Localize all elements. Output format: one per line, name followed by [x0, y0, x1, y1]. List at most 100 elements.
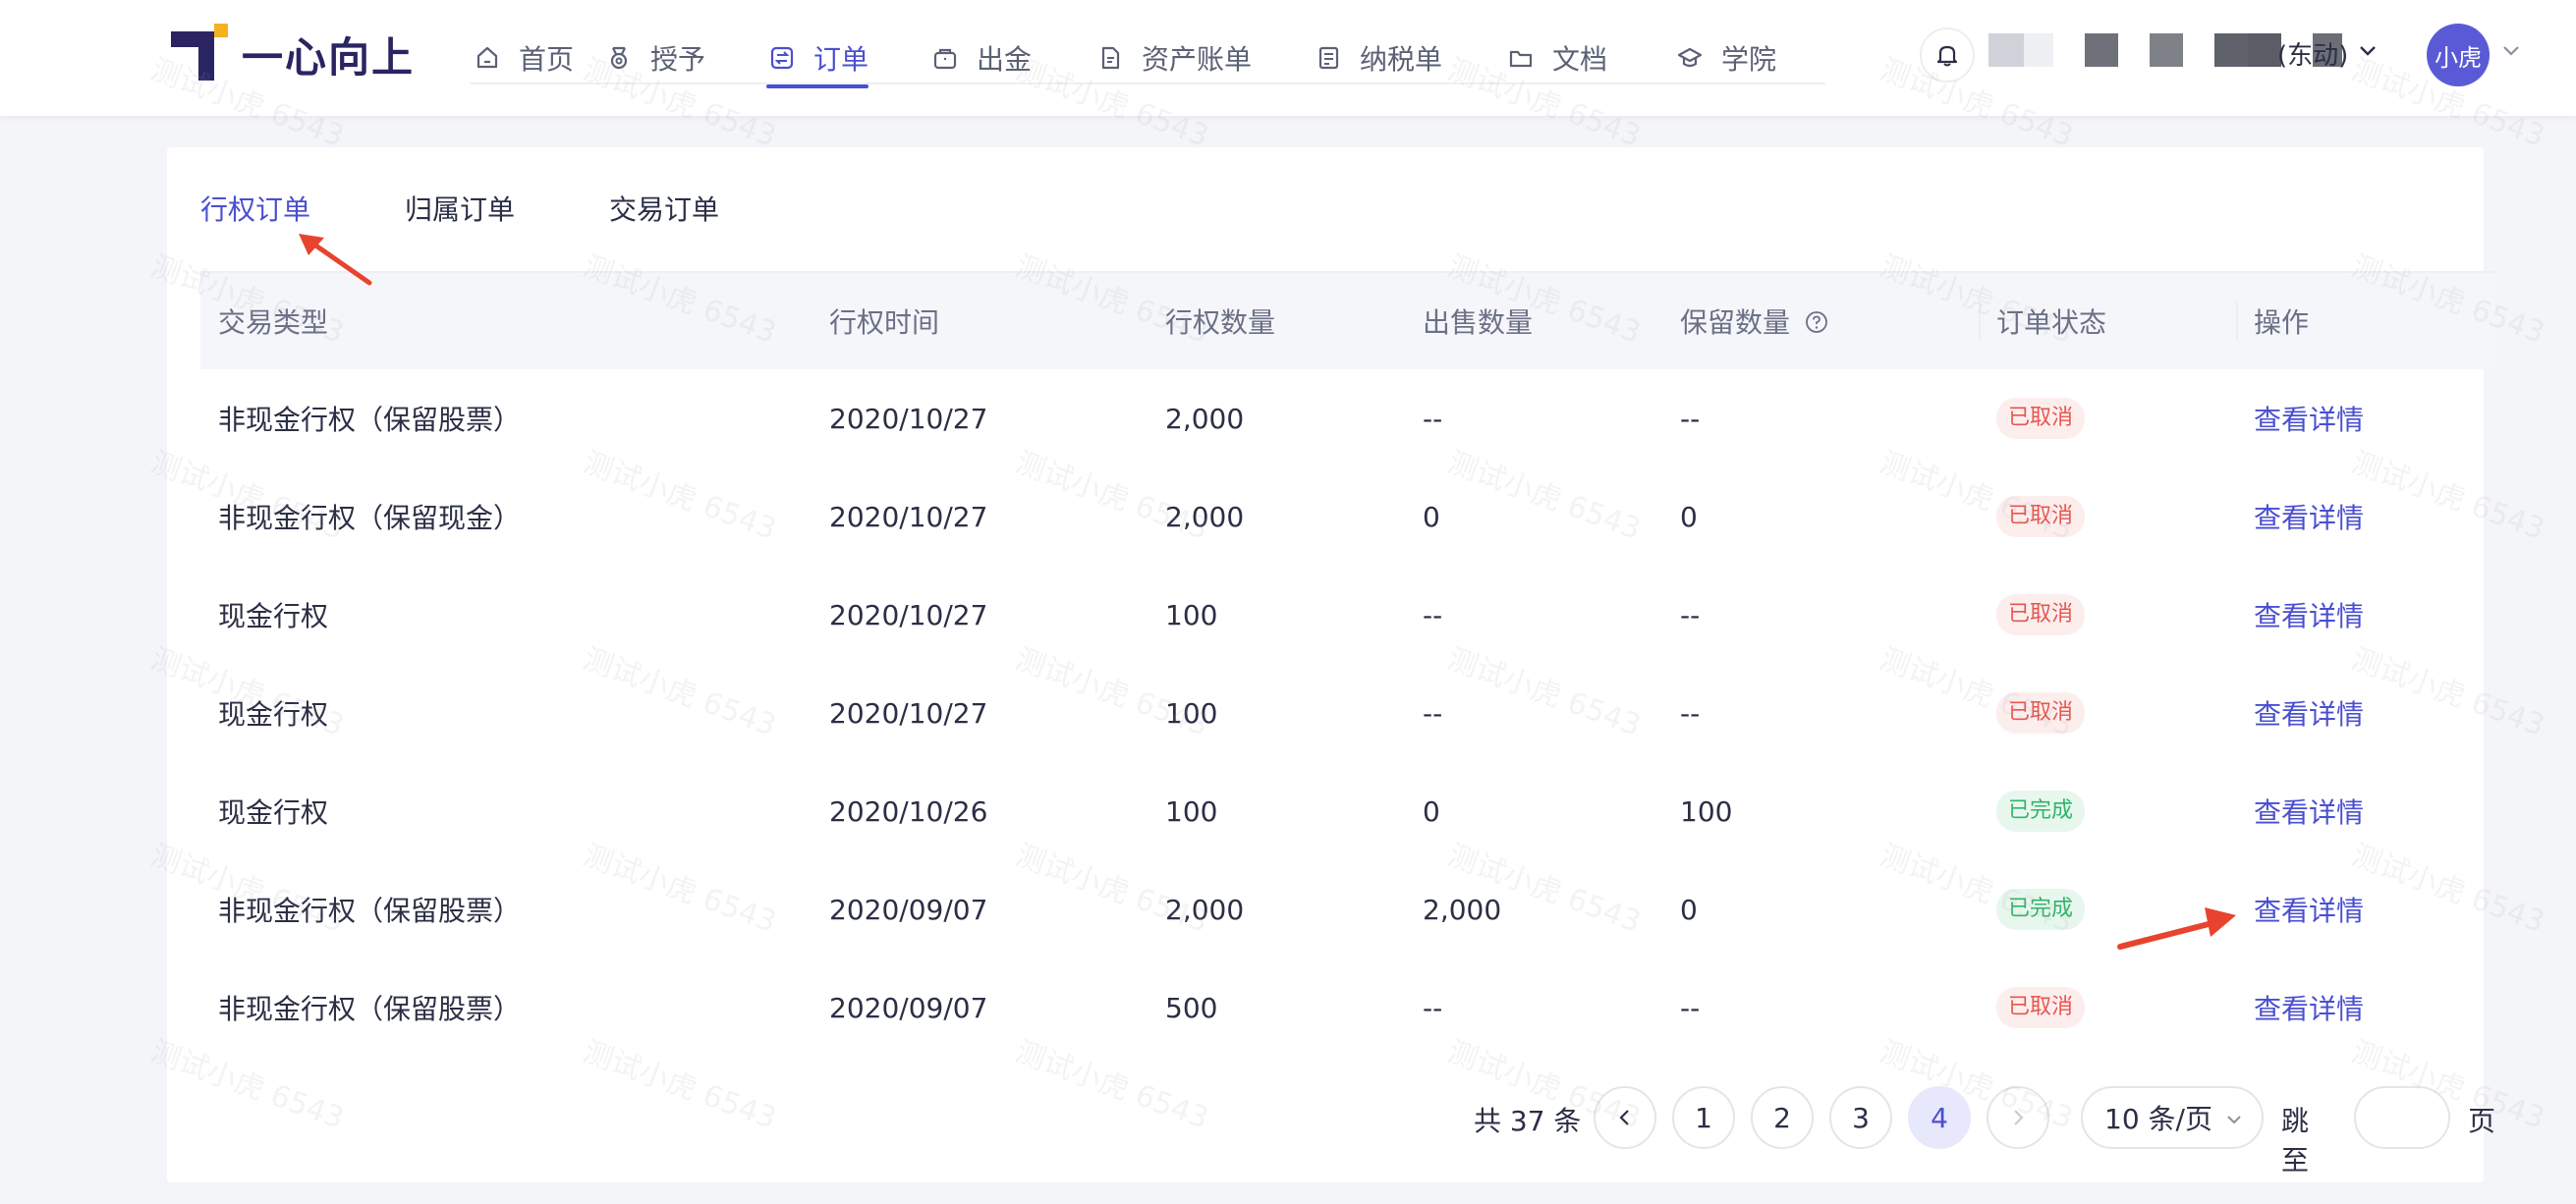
- cell-status: 已完成: [1979, 791, 2236, 832]
- jump-label: 跳至: [2281, 1105, 2310, 1177]
- status-badge: 已取消: [1996, 594, 2086, 635]
- view-details-link[interactable]: 查看详情: [2254, 993, 2364, 1025]
- cell-action: 查看详情: [2236, 595, 2495, 634]
- cell-exercise-qty: 100: [1165, 696, 1218, 730]
- page-button[interactable]: 1: [1672, 1086, 1735, 1149]
- cell-sold-qty: 0: [1423, 500, 1440, 533]
- chevron-left-icon: [1619, 1110, 1629, 1125]
- page-size-select[interactable]: 10 条/页: [2081, 1086, 2264, 1149]
- nav-item-grant[interactable]: 授予: [603, 0, 766, 116]
- nav-label: 授予: [650, 43, 706, 76]
- redacted-block: [2024, 33, 2053, 67]
- cell-date: 2020/10/27: [829, 500, 988, 533]
- view-details-link[interactable]: 查看详情: [2254, 796, 2364, 829]
- table-row: 现金行权 2020/10/26 100 0 100 已完成 查看详情: [200, 762, 2495, 860]
- nav-item-withdraw[interactable]: 出金: [929, 0, 1094, 116]
- nav-label: 文档: [1552, 43, 1608, 76]
- view-details-link[interactable]: 查看详情: [2254, 895, 2364, 927]
- column-header: 操作: [2236, 301, 2495, 341]
- table-row: 非现金行权（保留股票） 2020/09/07 2,000 2,000 0 已完成…: [200, 860, 2495, 958]
- cell-date: 2020/10/26: [829, 794, 988, 828]
- logo-text: 一心向上: [242, 32, 416, 82]
- cell-sold-qty: --: [1423, 991, 1443, 1024]
- table-row: 现金行权 2020/10/27 100 -- -- 已取消 查看详情: [200, 566, 2495, 664]
- tab-exercise-orders[interactable]: 行权订单: [200, 189, 311, 314]
- cell-action: 查看详情: [2236, 988, 2495, 1027]
- cell-action: 查看详情: [2236, 890, 2495, 929]
- nav-item-asset-bills[interactable]: 资产账单: [1094, 0, 1313, 116]
- nav-item-tax-bills[interactable]: 纳税单: [1313, 0, 1505, 116]
- nav-label: 出金: [977, 43, 1033, 76]
- top-header: 一心向上 首页 授予 订单 出金 资产账单 纳税单 文档 学院 (东动) 小虎: [0, 0, 2576, 116]
- redacted-block: [2150, 33, 2183, 67]
- cell-type: 非现金行权（保留股票）: [218, 895, 522, 927]
- cell-status: 已完成: [1979, 889, 2236, 930]
- view-details-link[interactable]: 查看详情: [2254, 404, 2364, 436]
- cell-exercise-qty: 2,000: [1165, 402, 1245, 435]
- prev-page-button[interactable]: [1594, 1086, 1656, 1149]
- cell-type: 非现金行权（保留股票）: [218, 993, 522, 1025]
- tab-vesting-orders[interactable]: 归属订单: [405, 189, 515, 257]
- nav-item-orders[interactable]: 订单: [766, 0, 868, 116]
- nav-label: 订单: [813, 43, 869, 76]
- cell-status: 已取消: [1979, 594, 2236, 635]
- cell-sold-qty: --: [1423, 402, 1443, 435]
- status-badge: 已取消: [1996, 987, 2086, 1028]
- cell-status: 已取消: [1979, 496, 2236, 537]
- cell-kept-qty: 0: [1680, 500, 1698, 533]
- jump-page-input[interactable]: [2354, 1086, 2450, 1149]
- nav-item-home[interactable]: 首页: [472, 0, 603, 116]
- cell-sold-qty: 0: [1423, 794, 1440, 828]
- cell-kept-qty: --: [1680, 598, 1701, 631]
- cell-type: 非现金行权（保留股票）: [218, 404, 522, 436]
- notification-button[interactable]: [1920, 27, 1975, 82]
- column-header: 交易类型: [218, 306, 329, 339]
- cell-date: 2020/10/27: [829, 696, 988, 730]
- page-button[interactable]: 2: [1751, 1086, 1814, 1149]
- table-body: 非现金行权（保留股票） 2020/10/27 2,000 -- -- 已取消 查…: [200, 369, 2495, 1057]
- cell-exercise-qty: 2,000: [1165, 893, 1245, 926]
- cell-sold-qty: 2,000: [1423, 893, 1502, 926]
- view-details-link[interactable]: 查看详情: [2254, 698, 2364, 731]
- chevron-down-icon[interactable]: [2499, 39, 2523, 67]
- chevron-down-icon[interactable]: [2356, 39, 2380, 67]
- status-badge: 已取消: [1996, 692, 2086, 734]
- bell-icon: [1936, 45, 1958, 67]
- cell-status: 已取消: [1979, 987, 2236, 1028]
- cell-sold-qty: --: [1423, 598, 1443, 631]
- table-row: 非现金行权（保留股票） 2020/10/27 2,000 -- -- 已取消 查…: [200, 369, 2495, 467]
- company-name[interactable]: (东动): [2277, 35, 2348, 72]
- help-icon[interactable]: [1805, 308, 1828, 341]
- column-header: 订单状态: [1979, 301, 2236, 341]
- nav-item-documents[interactable]: 文档: [1505, 0, 1674, 116]
- logo[interactable]: 一心向上: [167, 22, 415, 86]
- cell-type: 现金行权: [218, 698, 329, 731]
- logo-mark-icon: [167, 24, 230, 84]
- nav-label: 纳税单: [1360, 43, 1443, 76]
- table-row: 非现金行权（保留股票） 2020/09/07 500 -- -- 已取消 查看详…: [200, 958, 2495, 1057]
- view-details-link[interactable]: 查看详情: [2254, 600, 2364, 632]
- column-header: 行权数量: [1165, 306, 1276, 339]
- table-row: 现金行权 2020/10/27 100 -- -- 已取消 查看详情: [200, 664, 2495, 762]
- page-button-current[interactable]: 4: [1908, 1086, 1971, 1149]
- cell-exercise-qty: 100: [1165, 598, 1218, 631]
- status-badge: 已取消: [1996, 496, 2086, 537]
- orders-table: 交易类型 行权时间 行权数量 出售数量 保留数量 订单状态 操作 非现金行权（保…: [200, 273, 2495, 1057]
- nav-label: 学院: [1721, 43, 1777, 76]
- nav-label: 首页: [519, 43, 575, 76]
- column-header: 出售数量: [1423, 306, 1534, 339]
- column-header-label: 保留数量: [1680, 306, 1791, 339]
- cell-kept-qty: 0: [1680, 893, 1698, 926]
- status-badge: 已完成: [1996, 791, 2086, 832]
- page-button[interactable]: 3: [1829, 1086, 1892, 1149]
- nav-item-academy[interactable]: 学院: [1674, 0, 1812, 116]
- avatar[interactable]: 小虎: [2427, 24, 2490, 86]
- folder-icon: [1505, 42, 1537, 74]
- list-doc-icon: [1313, 42, 1344, 74]
- document-icon: [1094, 42, 1126, 74]
- view-details-link[interactable]: 查看详情: [2254, 502, 2364, 534]
- next-page-button[interactable]: [1987, 1086, 2049, 1149]
- cell-sold-qty: --: [1423, 696, 1443, 730]
- tab-trade-orders[interactable]: 交易订单: [609, 189, 719, 257]
- page-unit-label: 页: [2468, 1105, 2496, 1137]
